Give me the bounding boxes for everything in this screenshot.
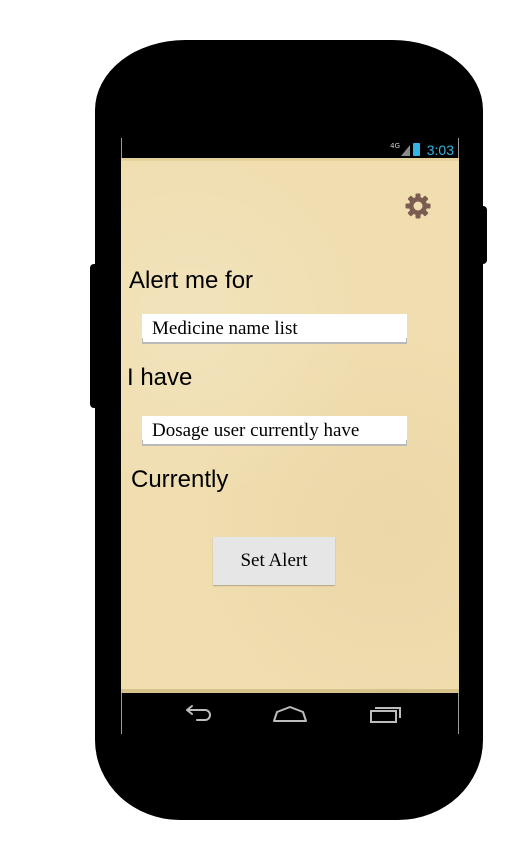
signal-icon: [401, 145, 410, 156]
currently-label: Currently: [131, 466, 229, 493]
home-button[interactable]: [270, 701, 310, 727]
recent-apps-icon: [370, 707, 401, 723]
dosage-field[interactable]: Dosage user currently have: [142, 416, 407, 446]
settings-button[interactable]: [404, 192, 432, 220]
app-screen: Alert me for Medicine name list I have D…: [121, 158, 459, 693]
i-have-label: I have: [127, 364, 193, 391]
back-icon: [186, 705, 211, 721]
status-bar: 4G 3:03: [122, 140, 458, 160]
recent-apps-button[interactable]: [366, 701, 406, 727]
battery-icon: [413, 143, 420, 156]
gear-icon: [405, 193, 431, 219]
back-button[interactable]: [178, 701, 218, 727]
home-icon: [273, 706, 307, 722]
medicine-name-field[interactable]: Medicine name list: [142, 314, 407, 344]
power-button: [478, 206, 487, 264]
volume-button: [90, 264, 100, 408]
status-time: 3:03: [426, 142, 454, 158]
device-frame: 4G 3:03 Alert me for Medicine name list …: [0, 0, 526, 858]
navigation-bar: [122, 693, 458, 735]
network-type-label: 4G: [390, 142, 400, 150]
alert-me-for-label: Alert me for: [129, 267, 254, 294]
set-alert-button[interactable]: Set Alert: [213, 537, 335, 585]
